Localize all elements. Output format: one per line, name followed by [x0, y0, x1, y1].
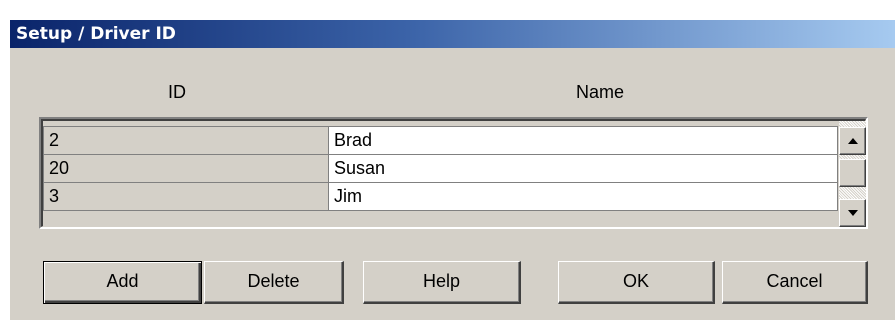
driver-grid: 2 Brad 20 Susan 3 Jim — [39, 117, 868, 229]
cell-id[interactable]: 3 — [43, 183, 329, 211]
column-header-id: ID — [168, 82, 186, 102]
driver-id-dialog: Setup / Driver ID ID Name 2 Brad 20 Susa… — [9, 19, 895, 320]
table-row[interactable]: 2 Brad — [43, 127, 838, 155]
column-header-name: Name — [576, 82, 625, 102]
grid-rows: 2 Brad 20 Susan 3 Jim — [43, 127, 838, 211]
table-row[interactable]: 3 Jim — [43, 183, 838, 211]
scroll-down-button[interactable] — [839, 199, 866, 227]
driver-grid-body: 2 Brad 20 Susan 3 Jim — [41, 119, 866, 227]
cancel-button[interactable]: Cancel — [722, 261, 868, 304]
scroll-up-button[interactable] — [839, 127, 866, 155]
vertical-scrollbar[interactable] — [839, 121, 866, 227]
dialog-title: Setup / Driver ID — [16, 24, 176, 44]
cell-id[interactable]: 20 — [43, 155, 329, 183]
help-button[interactable]: Help — [363, 261, 521, 304]
cell-name[interactable]: Jim — [329, 183, 838, 211]
add-button[interactable]: Add — [43, 261, 202, 304]
cell-name[interactable]: Susan — [329, 155, 838, 183]
arrow-up-icon — [848, 138, 858, 144]
cell-name[interactable]: Brad — [329, 127, 838, 155]
arrow-down-icon — [848, 210, 858, 216]
dialog-title-bar[interactable]: Setup / Driver ID — [10, 20, 895, 48]
scroll-thumb[interactable] — [839, 159, 866, 187]
table-row[interactable]: 20 Susan — [43, 155, 838, 183]
delete-button[interactable]: Delete — [204, 261, 344, 304]
ok-button[interactable]: OK — [558, 261, 715, 304]
cell-id[interactable]: 2 — [43, 127, 329, 155]
